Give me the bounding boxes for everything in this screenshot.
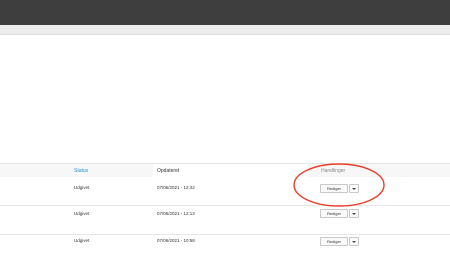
highlight-ellipse [293, 163, 385, 207]
highlight-circle-annotation [293, 163, 385, 207]
